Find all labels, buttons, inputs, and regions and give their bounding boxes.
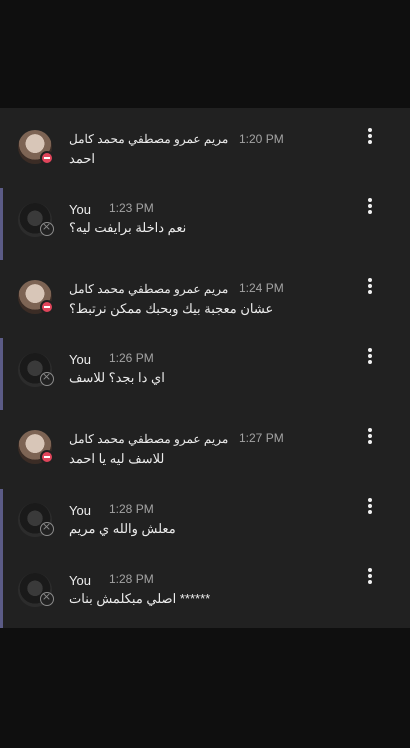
chat-panel: مريم عمرو مصطفي محمد كامل 1:20 PM احمد Y… (0, 108, 410, 628)
chat-message: مريم عمرو مصطفي محمد كامل 1:24 PM عشان م… (0, 268, 410, 338)
self-message-indicator (0, 338, 3, 410)
message-time: 1:28 PM (109, 572, 154, 586)
message-text: للاسف ليه يا احمد (69, 451, 165, 466)
message-time: 1:26 PM (109, 351, 154, 365)
message-author[interactable]: You (69, 573, 91, 588)
message-author[interactable]: You (69, 503, 91, 518)
message-author[interactable]: مريم عمرو مصطفي محمد كامل (69, 132, 228, 146)
more-vertical-icon[interactable] (364, 568, 376, 588)
chat-message: You 1:23 PM نعم داخلة برايفت ليه؟ (0, 188, 410, 260)
more-vertical-icon[interactable] (364, 348, 376, 368)
message-author[interactable]: You (69, 202, 91, 217)
message-time: 1:28 PM (109, 502, 154, 516)
self-message-indicator (0, 188, 3, 260)
message-text: اي دا بجد؟ للاسف (69, 370, 165, 385)
chat-message: مريم عمرو مصطفي محمد كامل 1:20 PM احمد (0, 108, 410, 178)
offline-status-icon (40, 520, 54, 536)
message-text: عشان معجبة بيك وبحبك ممكن نرتبط؟ (69, 301, 274, 316)
self-message-indicator (0, 489, 3, 559)
message-text: احمد (69, 151, 95, 166)
message-text: اصلي مبكلمش بنات ****** (69, 591, 211, 606)
message-time: 1:23 PM (109, 201, 154, 215)
offline-status-icon (40, 590, 54, 606)
more-vertical-icon[interactable] (364, 498, 376, 518)
message-time: 1:20 PM (239, 132, 284, 146)
chat-message: You 1:28 PM اصلي مبكلمش بنات ****** (0, 559, 410, 628)
more-vertical-icon[interactable] (364, 428, 376, 448)
chat-message: You 1:28 PM معلش والله ي مريم (0, 489, 410, 559)
message-author[interactable]: مريم عمرو مصطفي محمد كامل (69, 282, 228, 296)
offline-status-icon (40, 220, 54, 236)
message-author[interactable]: You (69, 352, 91, 367)
chat-message: You 1:26 PM اي دا بجد؟ للاسف (0, 338, 410, 410)
more-vertical-icon[interactable] (364, 128, 376, 148)
message-time: 1:24 PM (239, 281, 284, 295)
chat-message: مريم عمرو مصطفي محمد كامل 1:27 PM للاسف … (0, 418, 410, 488)
self-message-indicator (0, 559, 3, 628)
message-text: نعم داخلة برايفت ليه؟ (69, 220, 187, 235)
dnd-status-icon (40, 300, 54, 314)
dnd-status-icon (40, 450, 54, 464)
more-vertical-icon[interactable] (364, 278, 376, 298)
more-vertical-icon[interactable] (364, 198, 376, 218)
message-text: معلش والله ي مريم (69, 521, 176, 536)
message-time: 1:27 PM (239, 431, 284, 445)
offline-status-icon (40, 370, 54, 386)
dnd-status-icon (40, 151, 54, 165)
message-author[interactable]: مريم عمرو مصطفي محمد كامل (69, 432, 228, 446)
